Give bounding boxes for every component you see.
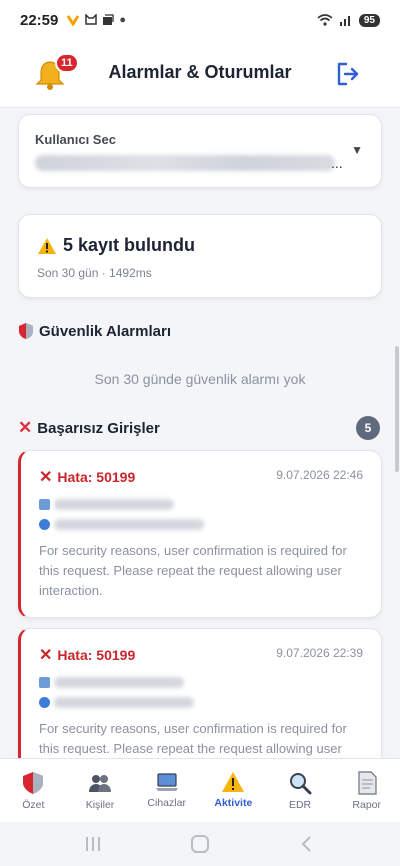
app-notification-icon	[67, 15, 80, 26]
bottom-navigation: Özet Kişiler Cihazlar Aktivite EDR Rapor	[0, 758, 400, 822]
status-dot-icon: ●	[119, 14, 127, 26]
wifi-icon	[317, 14, 333, 26]
globe-icon	[39, 697, 50, 708]
device-name-redacted	[54, 677, 184, 688]
battery-indicator: 95	[358, 13, 380, 27]
summary-card: 5 kayıt bulundu Son 30 gün · 1492ms	[18, 214, 382, 298]
scrollbar[interactable]	[395, 346, 399, 472]
device-icon	[39, 677, 50, 688]
failed-logins-count: 5	[356, 416, 380, 440]
security-alarms-empty: Son 30 günde güvenlik alarmı yok	[94, 371, 306, 387]
nav-label: Kişiler	[85, 799, 115, 811]
home-icon[interactable]	[189, 833, 211, 855]
chevron-down-icon: ▼	[351, 143, 363, 157]
user-select-dropdown[interactable]: Kullanıcı Sec ... ▼	[18, 114, 382, 188]
nav-item-ozet[interactable]: Özet	[0, 759, 67, 822]
failed-login-card[interactable]: ✕ Hata: 50199 9.07.2026 22:46 For securi…	[18, 450, 382, 618]
device-name-redacted	[54, 499, 174, 510]
signal-icon	[339, 16, 350, 26]
cat-notification-icon	[85, 14, 98, 25]
laptop-icon	[155, 773, 178, 791]
cross-icon: ✕	[18, 418, 33, 437]
document-icon	[358, 771, 377, 795]
failed-login-message: For security reasons, user confirmation …	[39, 543, 347, 598]
users-icon	[89, 775, 111, 792]
stack-notification-icon	[103, 14, 115, 25]
shield-icon	[19, 323, 33, 339]
globe-icon	[39, 519, 50, 530]
nav-label: Aktivite	[214, 797, 253, 809]
failed-login-error: Hata: 50199	[57, 469, 136, 485]
security-alarms-title: Güvenlik Alarmları	[39, 322, 171, 340]
nav-label: Cihazlar	[147, 797, 186, 809]
warning-icon	[222, 772, 245, 792]
cross-icon: ✕	[39, 647, 53, 664]
security-alarms-heading: Güvenlik Alarmları	[18, 322, 171, 340]
ip-address-redacted	[54, 519, 204, 530]
warning-icon	[38, 237, 56, 254]
device-icon	[39, 499, 50, 510]
failed-login-error: Hata: 50199	[57, 647, 136, 663]
failed-login-card[interactable]: ✕ Hata: 50199 9.07.2026 22:39 For securi…	[18, 628, 382, 758]
summary-title: 5 kayıt bulundu	[63, 235, 196, 255]
failed-login-date: 9.07.2026 22:46	[276, 468, 363, 482]
app-header: 11 Alarmlar & Oturumlar	[0, 40, 400, 108]
nav-item-rapor[interactable]: Rapor	[333, 759, 400, 822]
user-select-ellipsis: ...	[331, 155, 343, 171]
main-content[interactable]: Kullanıcı Sec ... ▼ 5 kayıt bulundu Son …	[0, 108, 400, 758]
nav-label: Rapor	[352, 799, 381, 811]
system-navigation	[0, 822, 400, 866]
shield-icon	[23, 772, 44, 794]
nav-item-cihazlar[interactable]: Cihazlar	[133, 759, 200, 822]
user-select-label: Kullanıcı Sec	[35, 132, 116, 147]
nav-label: Özet	[22, 799, 45, 811]
nav-item-aktivite[interactable]: Aktivite	[200, 759, 267, 822]
summary-subtitle: Son 30 gün · 1492ms	[37, 266, 152, 280]
failed-logins-heading: ✕ Başarısız Girişler	[18, 418, 160, 438]
nav-item-edr[interactable]: EDR	[267, 759, 334, 822]
failed-login-date: 9.07.2026 22:39	[276, 646, 363, 660]
status-time: 22:59	[20, 11, 59, 29]
failed-logins-title: Başarısız Girişler	[37, 419, 160, 437]
failed-login-message: For security reasons, user confirmation …	[39, 721, 347, 756]
nav-label: EDR	[288, 799, 312, 811]
status-bar: 22:59 ● 95	[0, 0, 400, 40]
nav-item-kisiler[interactable]: Kişiler	[67, 759, 134, 822]
cross-icon: ✕	[39, 469, 53, 486]
user-select-value-redacted	[35, 155, 335, 171]
back-icon[interactable]	[297, 834, 317, 854]
magnifier-icon	[290, 773, 312, 795]
recents-icon[interactable]	[83, 834, 103, 854]
logout-icon[interactable]	[334, 60, 362, 88]
ip-address-redacted	[54, 697, 194, 708]
